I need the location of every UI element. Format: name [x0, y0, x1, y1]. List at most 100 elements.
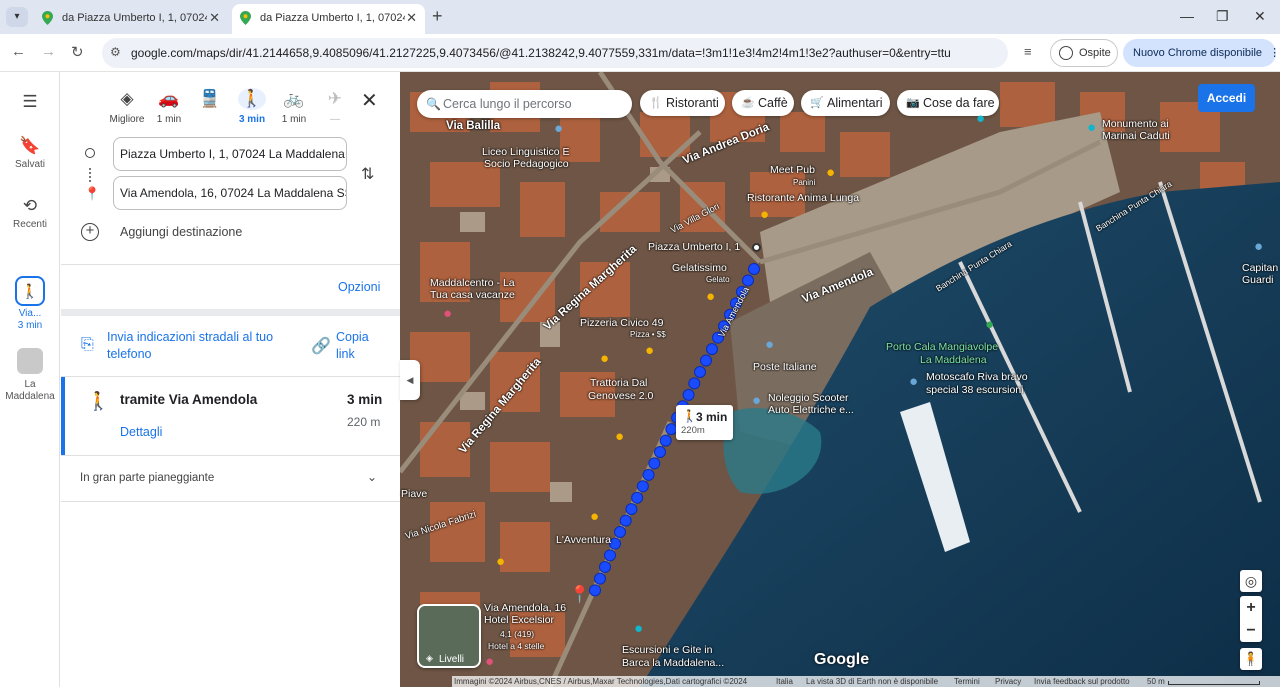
- map-label[interactable]: Pizzeria Civico 49: [580, 317, 663, 329]
- harbor-marker-icon[interactable]: ●: [985, 316, 994, 333]
- window-close-icon[interactable]: ✕: [1254, 8, 1266, 25]
- map-label[interactable]: L'Avventura: [556, 534, 611, 546]
- chevron-down-icon[interactable]: ⌄: [367, 470, 377, 484]
- map-label[interactable]: Tua casa vacanze: [430, 289, 515, 301]
- zoom-out-button[interactable]: −: [1240, 619, 1262, 642]
- attraction-marker-icon[interactable]: ●: [976, 110, 985, 127]
- recent-button[interactable]: ⟲ Recenti: [0, 196, 60, 230]
- feedback-link[interactable]: Invia feedback sul prodotto: [1034, 676, 1130, 687]
- layers-button[interactable]: ◈ Livelli: [417, 604, 481, 668]
- map-label[interactable]: Escursioni e Gite in: [622, 644, 712, 656]
- monument-marker-icon[interactable]: ●: [1087, 119, 1096, 136]
- map-label[interactable]: Ristorante Anima Lunga: [747, 192, 859, 204]
- map-label[interactable]: Guardi: [1242, 274, 1274, 286]
- forward-icon[interactable]: →: [41, 43, 56, 60]
- terms-link[interactable]: Termini: [954, 676, 980, 687]
- origin-input[interactable]: Piazza Umberto I, 1, 07024 La Maddalena: [113, 137, 347, 171]
- map-label[interactable]: Meet Pub: [770, 164, 815, 176]
- map-label[interactable]: Capitan: [1242, 262, 1278, 274]
- restaurant-marker-icon[interactable]: ●: [496, 553, 505, 570]
- chip-cafe[interactable]: ☕ Caffè: [732, 90, 794, 116]
- map-label[interactable]: special 38 escursioni: [926, 384, 1023, 396]
- map-label[interactable]: Piazza Umberto I, 1: [648, 241, 740, 253]
- add-destination-link[interactable]: Aggiungi destinazione: [120, 225, 242, 239]
- collapse-panel-button[interactable]: ◀: [400, 360, 420, 400]
- government-marker-icon[interactable]: ●: [1254, 238, 1263, 255]
- restaurant-marker-icon[interactable]: ●: [600, 350, 609, 367]
- country-link[interactable]: Italia: [776, 676, 793, 687]
- add-icon[interactable]: +: [81, 223, 99, 241]
- post-office-marker-icon[interactable]: ●: [765, 336, 774, 353]
- cafe-marker-icon[interactable]: ●: [706, 288, 715, 305]
- map-label[interactable]: Monumento ai: [1102, 118, 1169, 130]
- map-label[interactable]: Auto Elettriche e...: [768, 404, 854, 416]
- reload-icon[interactable]: ↻: [71, 43, 84, 61]
- destination-input[interactable]: Via Amendola, 16, 07024 La Maddalena SS: [113, 176, 347, 210]
- site-info-icon[interactable]: ⚙: [110, 45, 121, 59]
- minimize-icon[interactable]: —: [1180, 8, 1194, 24]
- map-label[interactable]: Socio Pedagogico: [484, 158, 569, 170]
- options-button[interactable]: Opzioni: [338, 280, 380, 294]
- boat-marker-icon[interactable]: ●: [909, 373, 918, 390]
- close-tab-icon[interactable]: ✕: [406, 4, 417, 32]
- new-tab-button[interactable]: +: [432, 6, 443, 27]
- map-label[interactable]: Hotel Excelsior: [484, 614, 554, 626]
- copy-link-button[interactable]: Copia link: [336, 329, 386, 363]
- origin-marker-icon[interactable]: [752, 243, 761, 252]
- mode-flight[interactable]: ✈ —: [310, 88, 360, 125]
- map-label[interactable]: Poste Italiane: [753, 361, 817, 373]
- close-tab-icon[interactable]: ✕: [209, 4, 220, 32]
- chip-groceries[interactable]: 🛒 Alimentari: [801, 90, 890, 116]
- map-label[interactable]: Marinai Caduti: [1102, 130, 1170, 142]
- route-details-link[interactable]: Dettagli: [120, 425, 162, 439]
- guest-profile-button[interactable]: Ospite: [1050, 39, 1118, 67]
- update-chrome-button[interactable]: Nuovo Chrome disponibile ⋮: [1123, 39, 1280, 67]
- map-label[interactable]: Gelatissimo: [672, 262, 727, 274]
- swap-icon[interactable]: ⇅: [361, 164, 374, 184]
- route-option[interactable]: 🚶 tramite Via Amendola 3 min 220 m Detta…: [61, 377, 400, 455]
- map-label[interactable]: Via Amendola, 16: [484, 602, 566, 614]
- map-label[interactable]: Genovese 2.0: [588, 390, 653, 402]
- saved-button[interactable]: 🔖 Salvati: [0, 136, 60, 170]
- map-label[interactable]: Maddalcentro - La: [430, 277, 515, 289]
- browser-tab-1[interactable]: da Piazza Umberto I, 1, 07024 La Maddale…: [34, 4, 228, 34]
- menu-button[interactable]: ☰: [0, 92, 60, 115]
- street-view-pegman-button[interactable]: 🧍: [1240, 648, 1262, 670]
- browser-tab-2[interactable]: da Piazza Umberto I, 1, 07024 La Maddale…: [232, 4, 425, 34]
- restaurant-marker-icon[interactable]: ●: [645, 342, 654, 359]
- privacy-link[interactable]: Privacy: [995, 676, 1021, 687]
- hotel-marker-icon[interactable]: ●: [485, 653, 494, 670]
- address-bar[interactable]: ⚙ google.com/maps/dir/41.2144658,9.40850…: [102, 38, 1008, 68]
- route-search-input[interactable]: 🔍 Cerca lungo il percorso: [417, 90, 632, 118]
- map-label[interactable]: Noleggio Scooter: [768, 392, 849, 404]
- tour-marker-icon[interactable]: ●: [634, 620, 643, 637]
- map-label[interactable]: Liceo Linguistico E: [482, 146, 570, 158]
- map-label[interactable]: Trattoria Dal: [590, 377, 647, 389]
- chip-restaurants[interactable]: 🍴 Ristoranti: [640, 90, 725, 116]
- sign-in-button[interactable]: Accedi: [1198, 84, 1255, 112]
- map-label[interactable]: La Maddalena: [920, 354, 987, 366]
- school-marker-icon[interactable]: ●: [554, 120, 563, 137]
- reading-list-icon[interactable]: ≡: [1024, 44, 1032, 59]
- destination-marker-icon[interactable]: 📍: [569, 585, 590, 605]
- zoom-in-button[interactable]: +: [1240, 596, 1262, 619]
- route-duration-callout[interactable]: 🚶 3 min 220m: [676, 405, 733, 440]
- scale-label[interactable]: 50 m: [1147, 676, 1165, 687]
- restaurant-marker-icon[interactable]: ●: [590, 508, 599, 525]
- map-label[interactable]: Motoscafo Riva bravo: [926, 371, 1028, 383]
- tab-search-button[interactable]: ▾: [6, 7, 28, 27]
- close-directions-icon[interactable]: ✕: [361, 88, 378, 113]
- send-to-phone-link[interactable]: Invia indicazioni stradali al tuo telefo…: [107, 329, 297, 363]
- map-label[interactable]: Porto Cala Mangiavolpe: [886, 341, 998, 353]
- restaurant-marker-icon[interactable]: ●: [826, 164, 835, 181]
- maximize-icon[interactable]: ❐: [1216, 8, 1229, 25]
- my-location-button[interactable]: ◎: [1240, 570, 1262, 592]
- restaurant-marker-icon[interactable]: ●: [760, 206, 769, 223]
- restaurant-marker-icon[interactable]: ●: [615, 428, 624, 445]
- map-label[interactable]: Barca la Maddalena...: [622, 657, 724, 669]
- back-icon[interactable]: ←: [11, 43, 26, 60]
- rental-marker-icon[interactable]: ●: [752, 392, 761, 409]
- place-thumbnail[interactable]: [17, 348, 43, 374]
- recent-walk-route-button[interactable]: 🚶: [15, 276, 45, 306]
- hotel-marker-icon[interactable]: ●: [443, 305, 452, 322]
